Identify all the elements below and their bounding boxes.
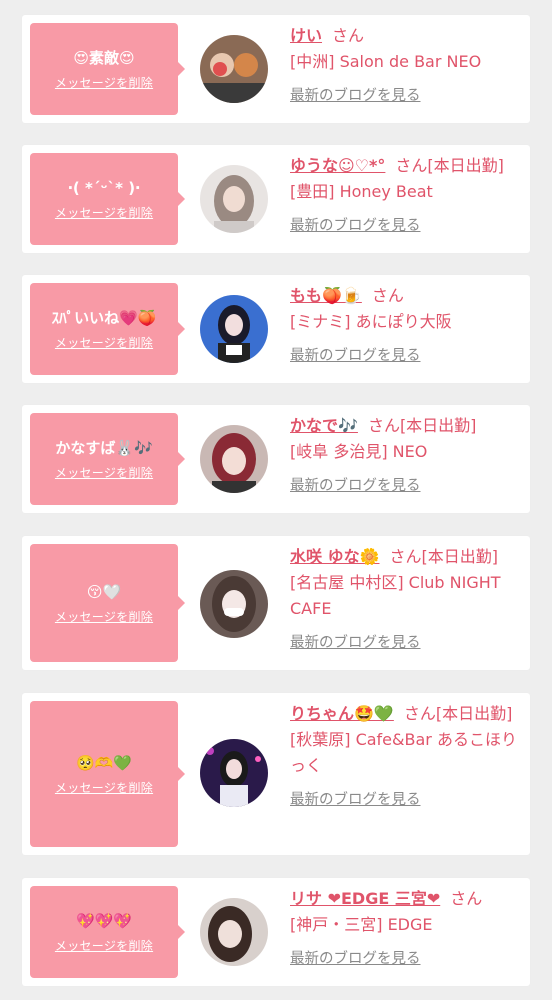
honorific-status: さん[本日出勤] xyxy=(389,547,499,566)
shop-name: [神戸・三宮] EDGE xyxy=(290,915,433,934)
cast-name-link[interactable]: 水咲 ゆな🌼 xyxy=(290,547,380,566)
avatar[interactable] xyxy=(200,898,268,966)
cast-info: りちゃん🤩💚 さん[本日出勤] [秋葉原] Cafe&Bar あるこほりっく 最新… xyxy=(290,701,522,813)
message-bubble: ‧( *ˊᵕˋ* )‧ メッセージを削除 xyxy=(30,153,185,245)
honorific-status: さん[本日出勤] xyxy=(367,416,477,435)
latest-blog-link[interactable]: 最新のブログを見る xyxy=(290,630,421,656)
cast-info: もも🍑🍺 さん [ミナミ] あにぽり大阪 最新のブログを見る xyxy=(290,283,522,369)
message-card: 😍素敵😍 メッセージを削除 けい さん [中洲] Salon de Bar NEO… xyxy=(22,15,530,123)
latest-blog-link[interactable]: 最新のブログを見る xyxy=(290,213,421,239)
delete-message-link[interactable]: メッセージを削除 xyxy=(55,937,153,954)
shop-name: [岐阜 多治見] NEO xyxy=(290,442,428,461)
honorific-status: さん xyxy=(371,286,404,305)
cast-info: けい さん [中洲] Salon de Bar NEO 最新のブログを見る xyxy=(290,23,522,109)
message-text: 🥺🫶💚 xyxy=(75,753,133,772)
message-text: かなすば🐰🎶 xyxy=(55,438,153,457)
cast-info: リサ ❤EDGE 三宮❤ さん [神戸・三宮] EDGE 最新のブログを見る xyxy=(290,886,522,972)
message-bubble: 🥺🫶💚 メッセージを削除 xyxy=(30,701,185,847)
honorific-status: さん xyxy=(332,26,365,45)
cast-name-link[interactable]: リサ ❤EDGE 三宮❤ xyxy=(290,889,440,908)
avatar[interactable] xyxy=(200,165,268,233)
message-text: ｽﾊﾟいいね💗🍑 xyxy=(51,308,157,327)
cast-name-link[interactable]: ゆうな☺︎♡*° xyxy=(290,156,385,175)
message-card: ｽﾊﾟいいね💗🍑 メッセージを削除 もも🍑🍺 さん [ミナミ] あにぽり大阪 最新… xyxy=(22,275,530,383)
message-bubble: かなすば🐰🎶 メッセージを削除 xyxy=(30,413,185,505)
message-card: 🥺🫶💚 メッセージを削除 りちゃん🤩💚 さん[本日出勤] [秋葉原] Cafe&B… xyxy=(22,693,530,855)
message-card: 💖💖💖 メッセージを削除 リサ ❤EDGE 三宮❤ さん [神戸・三宮] EDGE… xyxy=(22,878,530,986)
shop-name: [秋葉原] Cafe&Bar あるこほりっく xyxy=(290,730,517,775)
delete-message-link[interactable]: メッセージを削除 xyxy=(55,779,153,796)
avatar[interactable] xyxy=(200,295,268,363)
message-bubble: 😚🤍 メッセージを削除 xyxy=(30,544,185,662)
cast-name-link[interactable]: もも🍑🍺 xyxy=(290,286,362,305)
latest-blog-link[interactable]: 最新のブログを見る xyxy=(290,473,421,499)
message-card: 😚🤍 メッセージを削除 水咲 ゆな🌼 さん[本日出勤] [名古屋 中村区] Clu… xyxy=(22,536,530,670)
avatar[interactable] xyxy=(200,739,268,807)
shop-name: [中洲] Salon de Bar NEO xyxy=(290,52,482,71)
cast-name-link[interactable]: かなで🎶 xyxy=(290,416,358,435)
message-bubble: 💖💖💖 メッセージを削除 xyxy=(30,886,185,978)
latest-blog-link[interactable]: 最新のブログを見る xyxy=(290,946,421,972)
honorific-status: さん[本日出勤] xyxy=(395,156,504,175)
avatar[interactable] xyxy=(200,570,268,638)
message-bubble: 😍素敵😍 メッセージを削除 xyxy=(30,23,185,115)
honorific-status: さん xyxy=(450,889,483,908)
avatar[interactable] xyxy=(200,425,268,493)
latest-blog-link[interactable]: 最新のブログを見る xyxy=(290,343,421,369)
delete-message-link[interactable]: メッセージを削除 xyxy=(55,608,153,625)
message-text: 💖💖💖 xyxy=(75,911,133,930)
honorific-status: さん[本日出勤] xyxy=(403,704,513,723)
message-card: ‧( *ˊᵕˋ* )‧ メッセージを削除 ゆうな☺︎♡*° さん[本日出勤] [豊… xyxy=(22,145,530,253)
message-text: 😚🤍 xyxy=(86,582,122,601)
cast-name-link[interactable]: けい xyxy=(290,26,322,45)
latest-blog-link[interactable]: 最新のブログを見る xyxy=(290,83,421,109)
delete-message-link[interactable]: メッセージを削除 xyxy=(55,464,153,481)
cast-info: 水咲 ゆな🌼 さん[本日出勤] [名古屋 中村区] Club NIGHT CAFE… xyxy=(290,544,522,656)
message-text: 😍素敵😍 xyxy=(73,48,135,67)
message-bubble: ｽﾊﾟいいね💗🍑 メッセージを削除 xyxy=(30,283,185,375)
shop-name: [名古屋 中村区] Club NIGHT CAFE xyxy=(290,573,501,618)
cast-name-link[interactable]: りちゃん🤩💚 xyxy=(290,704,394,723)
delete-message-link[interactable]: メッセージを削除 xyxy=(55,334,153,351)
shop-name: [豊田] Honey Beat xyxy=(290,182,433,201)
message-text: ‧( *ˊᵕˋ* )‧ xyxy=(67,178,141,197)
delete-message-link[interactable]: メッセージを削除 xyxy=(55,204,153,221)
message-card: かなすば🐰🎶 メッセージを削除 かなで🎶 さん[本日出勤] [岐阜 多治見] NE… xyxy=(22,405,530,513)
latest-blog-link[interactable]: 最新のブログを見る xyxy=(290,787,421,813)
delete-message-link[interactable]: メッセージを削除 xyxy=(55,74,153,91)
cast-info: かなで🎶 さん[本日出勤] [岐阜 多治見] NEO 最新のブログを見る xyxy=(290,413,522,499)
cast-info: ゆうな☺︎♡*° さん[本日出勤] [豊田] Honey Beat 最新のブログを… xyxy=(290,153,522,239)
shop-name: [ミナミ] あにぽり大阪 xyxy=(290,312,452,331)
avatar[interactable] xyxy=(200,35,268,103)
